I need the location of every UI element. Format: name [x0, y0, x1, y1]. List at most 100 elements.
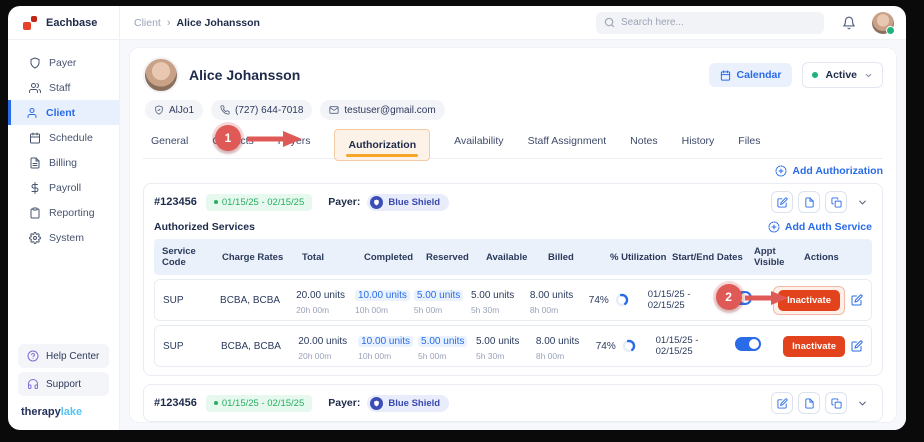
calendar-button[interactable]: Calendar: [709, 63, 793, 87]
payer-badge: Blue Shield: [367, 395, 449, 412]
document-button[interactable]: [798, 191, 820, 213]
service-row-1: SUP BCBA, BCBA 20.00 units20h 00m 10.00 …: [154, 279, 872, 321]
edit-auth-button[interactable]: [771, 392, 793, 414]
support-button[interactable]: Support: [18, 372, 109, 396]
app-window: Eachbase Client › Alice Johansson Payer: [8, 6, 906, 430]
annotation-arrow-1: [245, 131, 303, 147]
duplicate-button[interactable]: [825, 191, 847, 213]
sidebar: Payer Staff Client Schedule Billing Payr…: [8, 40, 120, 430]
edit-icon: [851, 294, 863, 306]
phone-icon: [220, 105, 230, 115]
document-button[interactable]: [798, 392, 820, 414]
status-dropdown[interactable]: Active: [802, 62, 883, 88]
tab-staff-assignment[interactable]: Staff Assignment: [528, 135, 607, 153]
utilization-donut: [622, 339, 636, 353]
support-label: Support: [46, 379, 81, 390]
sidebar-item-staff[interactable]: Staff: [8, 75, 119, 100]
auth-date-range-badge: 01/15/25 - 02/15/25: [206, 395, 312, 412]
shield-icon: [29, 57, 41, 69]
help-center-button[interactable]: Help Center: [18, 344, 109, 368]
client-email-badge: testuser@gmail.com: [320, 100, 444, 120]
tab-authorization[interactable]: Authorization: [334, 129, 430, 161]
sidebar-item-payroll[interactable]: Payroll: [8, 175, 119, 200]
annotation-step-2: 2: [716, 284, 742, 310]
tab-files[interactable]: Files: [738, 135, 760, 153]
tab-notes[interactable]: Notes: [630, 135, 657, 153]
brand-name: Eachbase: [46, 17, 97, 29]
auth-number: #123456: [154, 397, 197, 409]
chevron-down-icon: [857, 197, 868, 208]
main-content: Alice Johansson Calendar Active: [120, 40, 906, 430]
tab-general[interactable]: General: [151, 135, 188, 153]
chevron-down-icon: [857, 398, 868, 409]
inactivate-button[interactable]: Inactivate: [783, 336, 845, 357]
client-email-value: testuser@gmail.com: [344, 105, 435, 116]
help-icon: [27, 350, 39, 362]
brand[interactable]: Eachbase: [8, 6, 120, 39]
add-authorization-link[interactable]: Add Authorization: [775, 165, 883, 177]
mail-icon: [329, 105, 339, 115]
user-avatar[interactable]: [872, 12, 894, 34]
file-icon: [804, 197, 815, 208]
client-profile-card: Alice Johansson Calendar Active: [129, 47, 897, 423]
sidebar-item-label: Payroll: [49, 182, 81, 194]
tab-bar: General Contacts Payers Authorization Av…: [143, 129, 883, 159]
calendar-button-label: Calendar: [737, 69, 782, 81]
services-table-header: Service Code Charge Rates Total Complete…: [154, 239, 872, 275]
edit-auth-button[interactable]: [771, 191, 793, 213]
search-input[interactable]: [621, 17, 816, 28]
edit-service-button[interactable]: [851, 294, 863, 306]
breadcrumb-separator-icon: ›: [167, 17, 171, 29]
payer-label: Payer:: [328, 196, 360, 208]
sidebar-item-label: Payer: [49, 57, 76, 69]
sidebar-item-label: Reporting: [49, 207, 95, 219]
dollar-icon: [29, 182, 41, 194]
calendar-icon: [29, 132, 41, 144]
blue-shield-icon: [370, 196, 383, 209]
client-phone-badge: (727) 644-7018: [211, 100, 312, 120]
sidebar-item-label: Schedule: [49, 132, 93, 144]
gear-icon: [29, 232, 41, 244]
auth-number: #123456: [154, 196, 197, 208]
utilization-donut: [615, 293, 629, 307]
people-icon: [29, 82, 41, 94]
tab-history[interactable]: History: [682, 135, 715, 153]
add-auth-service-link[interactable]: Add Auth Service: [768, 221, 872, 233]
appt-visible-toggle[interactable]: [735, 337, 761, 351]
duplicate-button[interactable]: [825, 392, 847, 414]
sidebar-item-reporting[interactable]: Reporting: [8, 200, 119, 225]
collapse-card-button[interactable]: [852, 191, 872, 213]
notifications-bell-icon[interactable]: [842, 16, 856, 30]
person-icon: [26, 107, 38, 119]
file-icon: [804, 398, 815, 409]
calendar-icon: [720, 70, 731, 81]
search-box[interactable]: [596, 12, 824, 34]
payer-badge: Blue Shield: [367, 194, 449, 211]
sidebar-item-schedule[interactable]: Schedule: [8, 125, 119, 150]
edit-icon: [851, 340, 863, 352]
sidebar-item-label: Staff: [49, 82, 70, 94]
plus-circle-icon: [768, 221, 780, 233]
status-value: Active: [825, 69, 857, 81]
tab-availability[interactable]: Availability: [454, 135, 503, 153]
sidebar-item-label: Billing: [49, 157, 77, 169]
green-dot-icon: [214, 200, 218, 204]
sidebar-item-system[interactable]: System: [8, 225, 119, 250]
sidebar-item-payer[interactable]: Payer: [8, 50, 119, 75]
breadcrumb: Client › Alice Johansson: [134, 17, 260, 29]
sidebar-item-client[interactable]: Client: [8, 100, 119, 125]
edit-service-button[interactable]: [851, 340, 863, 352]
chevron-down-icon: [864, 71, 873, 80]
client-phone-value: (727) 644-7018: [235, 105, 303, 116]
receipt-icon: [29, 157, 41, 169]
breadcrumb-section[interactable]: Client: [134, 17, 161, 29]
shield-check-icon: [154, 105, 164, 115]
expand-card-button[interactable]: [852, 392, 872, 414]
top-bar: Eachbase Client › Alice Johansson: [8, 6, 906, 40]
sidebar-item-billing[interactable]: Billing: [8, 150, 119, 175]
copy-icon: [831, 398, 842, 409]
breadcrumb-current: Alice Johansson: [177, 17, 260, 29]
add-auth-service-label: Add Auth Service: [785, 221, 872, 233]
headset-icon: [27, 378, 39, 390]
client-id-value: AlJo1: [169, 105, 194, 116]
